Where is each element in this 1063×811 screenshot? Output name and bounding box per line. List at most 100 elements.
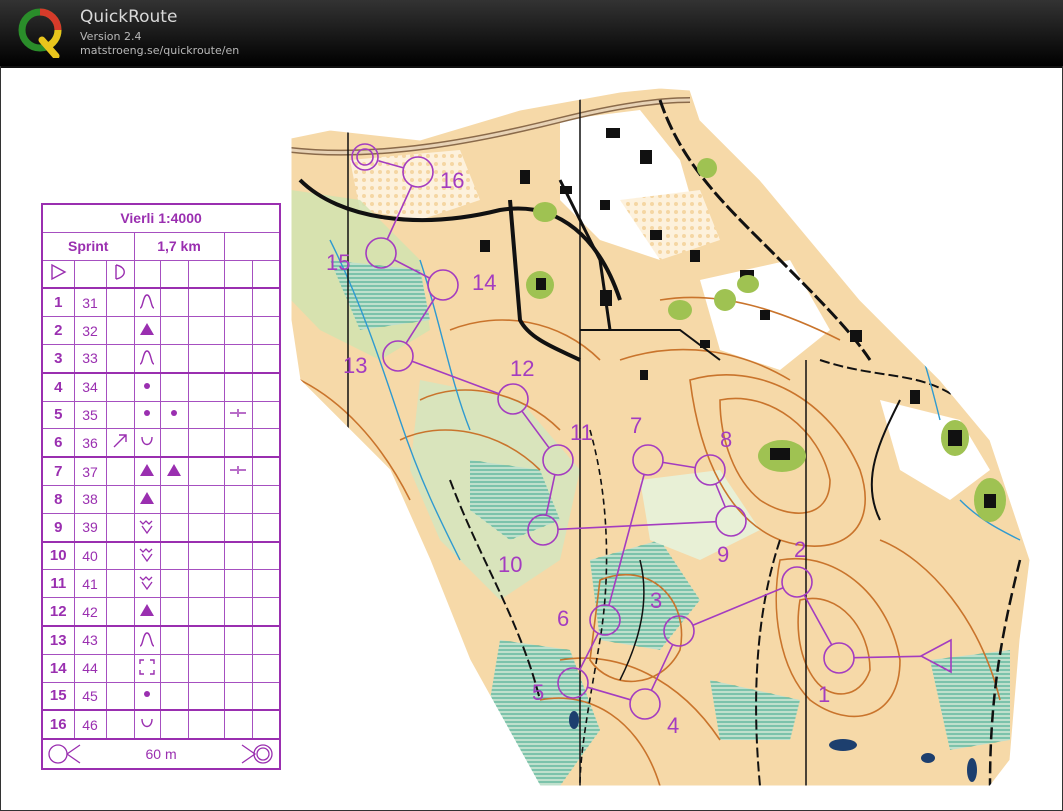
finish-distance: 60 m bbox=[145, 746, 177, 763]
control-code: 31 bbox=[73, 287, 107, 318]
app-header: QuickRoute Version 2.4 matstroeng.se/qui… bbox=[0, 0, 1063, 68]
control-number-label: 16 bbox=[440, 168, 464, 193]
control-code: 42 bbox=[73, 597, 107, 627]
control-number-label: 11 bbox=[570, 420, 593, 445]
control-number-label: 10 bbox=[498, 552, 522, 577]
course-name: Sprint bbox=[41, 231, 135, 261]
event-title: Vierli 1:4000 bbox=[41, 203, 281, 233]
control-row: 16 46 bbox=[41, 709, 281, 740]
control-number-label: 5 bbox=[532, 680, 544, 705]
control-code: 46 bbox=[73, 709, 107, 740]
marsh-icon bbox=[138, 548, 156, 566]
control-code: 39 bbox=[73, 512, 107, 543]
control-number-label: 6 bbox=[557, 606, 569, 631]
finish-circle-icon bbox=[241, 744, 273, 764]
dot-icon bbox=[165, 409, 183, 425]
control-number: 3 bbox=[41, 343, 75, 374]
control-code: 37 bbox=[73, 456, 107, 486]
finish-from-icon bbox=[48, 744, 81, 764]
control-number: 12 bbox=[41, 597, 75, 627]
course-length: 1,7 km bbox=[133, 231, 225, 261]
app-url[interactable]: matstroeng.se/quickroute/en bbox=[80, 44, 239, 57]
boulder-icon bbox=[138, 323, 156, 341]
control-number: 13 bbox=[41, 624, 75, 655]
control-code: 33 bbox=[73, 343, 107, 374]
boulder-icon bbox=[165, 464, 183, 482]
boulder-icon bbox=[138, 464, 156, 482]
dot-icon bbox=[138, 409, 156, 425]
control-row: 6 36 bbox=[41, 428, 281, 458]
control-number: 7 bbox=[41, 456, 75, 486]
control-number-label: 1 bbox=[818, 682, 830, 707]
finish-row: 60 m bbox=[41, 738, 281, 770]
marsh-icon bbox=[138, 576, 156, 594]
control-number-label: 8 bbox=[720, 427, 732, 452]
control-number: 10 bbox=[41, 540, 75, 571]
control-code: 40 bbox=[73, 540, 107, 571]
start-row bbox=[41, 259, 281, 289]
control-row: 8 38 bbox=[41, 484, 281, 514]
control-row: 12 42 bbox=[41, 597, 281, 627]
app-title: QuickRoute bbox=[80, 7, 178, 27]
control-number-label: 2 bbox=[794, 537, 806, 562]
start-triangle-icon bbox=[51, 264, 67, 281]
control-number: 11 bbox=[41, 569, 75, 599]
control-row: 5 35 bbox=[41, 400, 281, 430]
control-number: 2 bbox=[41, 316, 75, 345]
control-code: 36 bbox=[73, 428, 107, 458]
control-number-label: 13 bbox=[343, 353, 367, 378]
control-row: 11 41 bbox=[41, 569, 281, 599]
control-description-sheet: Vierli 1:4000 Sprint 1,7 km 1 31 2 32 3 33 4 34… bbox=[41, 203, 282, 771]
control-number-label: 4 bbox=[667, 713, 679, 738]
dot-icon bbox=[138, 690, 156, 706]
depression-icon bbox=[138, 437, 156, 453]
line-icon bbox=[228, 407, 248, 423]
control-number-label: 14 bbox=[472, 270, 496, 295]
boulder-icon bbox=[138, 491, 156, 510]
path-end-icon bbox=[115, 264, 125, 281]
control-number: 4 bbox=[41, 371, 75, 402]
control-row: 9 39 bbox=[41, 512, 281, 543]
control-number: 16 bbox=[41, 709, 75, 740]
control-number: 1 bbox=[41, 287, 75, 318]
control-row: 7 37 bbox=[41, 456, 281, 486]
depression-icon bbox=[138, 719, 156, 735]
control-row: 1 31 bbox=[41, 287, 281, 318]
quickroute-logo-icon bbox=[18, 8, 62, 58]
control-row: 3 33 bbox=[41, 343, 281, 374]
control-code: 45 bbox=[73, 681, 107, 711]
control-number-label: 3 bbox=[650, 588, 662, 613]
control-code: 44 bbox=[73, 653, 107, 683]
knoll-icon bbox=[138, 294, 156, 313]
control-code: 35 bbox=[73, 400, 107, 430]
control-code: 41 bbox=[73, 569, 107, 599]
control-row: 2 32 bbox=[41, 316, 281, 345]
line-icon bbox=[228, 464, 248, 480]
map-terrain bbox=[291, 88, 1030, 786]
control-row: 4 34 bbox=[41, 371, 281, 402]
control-number: 5 bbox=[41, 400, 75, 430]
control-number: 8 bbox=[41, 484, 75, 514]
knoll-icon bbox=[138, 350, 156, 369]
app-version: Version 2.4 bbox=[80, 30, 142, 43]
control-row: 15 45 bbox=[41, 681, 281, 711]
control-number-label: 15 bbox=[326, 250, 350, 275]
control-code: 32 bbox=[73, 316, 107, 345]
control-number-label: 7 bbox=[630, 413, 642, 438]
dot-icon bbox=[138, 382, 156, 398]
control-row: 14 44 bbox=[41, 653, 281, 683]
marsh-icon bbox=[138, 519, 156, 538]
control-row: 10 40 bbox=[41, 540, 281, 571]
boulder-icon bbox=[138, 604, 156, 622]
control-code: 43 bbox=[73, 624, 107, 655]
control-code: 34 bbox=[73, 371, 107, 402]
control-row: 13 43 bbox=[41, 624, 281, 655]
ruin-icon bbox=[138, 658, 156, 679]
control-number-label: 9 bbox=[717, 542, 729, 567]
control-code: 38 bbox=[73, 484, 107, 514]
knoll-icon bbox=[138, 632, 156, 651]
control-number-label: 12 bbox=[510, 356, 534, 381]
control-number: 15 bbox=[41, 681, 75, 711]
arrow-icon bbox=[111, 434, 129, 453]
control-number: 6 bbox=[41, 428, 75, 458]
